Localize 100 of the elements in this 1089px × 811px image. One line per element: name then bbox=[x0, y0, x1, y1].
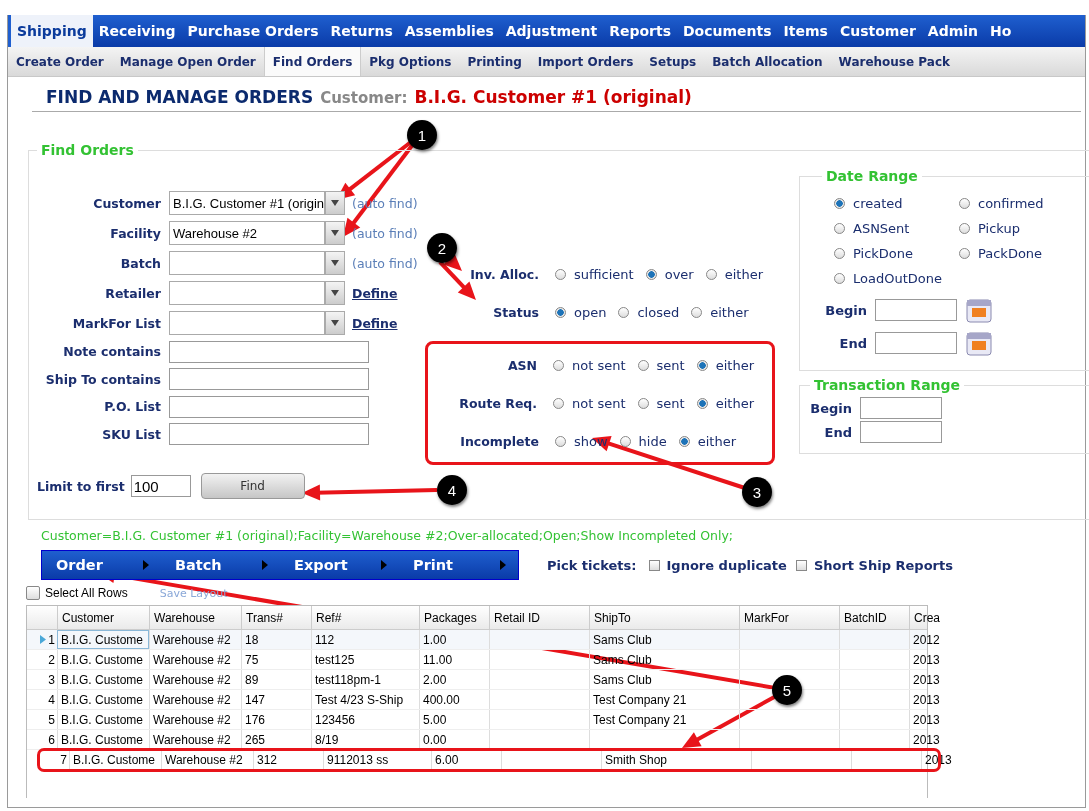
nav-tab[interactable]: Adjustment bbox=[499, 15, 604, 47]
table-cell: 0.00 bbox=[419, 730, 489, 749]
radio-button[interactable] bbox=[553, 397, 565, 409]
nav-tab[interactable]: Returns bbox=[324, 15, 399, 47]
radio-button[interactable] bbox=[678, 435, 690, 447]
nav-tab[interactable]: Receiving bbox=[92, 15, 182, 47]
menu-item[interactable]: Order bbox=[56, 557, 103, 573]
nav-tab[interactable]: Ho bbox=[984, 15, 1018, 47]
radio-button[interactable] bbox=[834, 223, 845, 234]
subnav-tab[interactable]: Import Orders bbox=[529, 47, 642, 76]
table-cell: Sams Club bbox=[589, 630, 739, 649]
column-header[interactable]: Trans# bbox=[241, 606, 311, 629]
menu-item[interactable]: Export bbox=[294, 557, 348, 573]
dropdown-field[interactable] bbox=[169, 251, 325, 275]
column-header[interactable]: Packages bbox=[419, 606, 489, 629]
column-header[interactable]: Warehouse bbox=[149, 606, 241, 629]
table-cell: Warehouse #2 bbox=[149, 690, 241, 709]
radio-button[interactable] bbox=[637, 397, 649, 409]
input-field[interactable] bbox=[169, 368, 369, 391]
radio-button[interactable] bbox=[834, 248, 845, 259]
column-header[interactable]: ShipTo bbox=[589, 606, 739, 629]
table-cell: Warehouse #2 bbox=[149, 730, 241, 749]
checkbox[interactable] bbox=[648, 559, 660, 571]
nav-tab[interactable]: Documents bbox=[677, 15, 778, 47]
nav-tab[interactable]: Customer bbox=[833, 15, 922, 47]
input-field[interactable] bbox=[860, 397, 942, 419]
radio-button[interactable] bbox=[959, 248, 970, 259]
radio-button[interactable] bbox=[696, 397, 708, 409]
field-label: Begin bbox=[810, 400, 852, 416]
date-field[interactable] bbox=[875, 332, 957, 354]
radio-button[interactable] bbox=[645, 268, 657, 280]
dropdown-field[interactable] bbox=[169, 311, 325, 335]
table-cell: test118pm-1 bbox=[311, 670, 419, 689]
radio-button[interactable] bbox=[834, 273, 845, 284]
subnav-tab[interactable]: Pkg Options bbox=[361, 47, 460, 76]
subnav-tab[interactable]: Setups bbox=[641, 47, 705, 76]
table-cell: 123456 bbox=[311, 710, 419, 729]
subnav-tab[interactable]: Batch Allocation bbox=[704, 47, 831, 76]
nav-tab[interactable]: Items bbox=[777, 15, 834, 47]
field-link[interactable]: Define bbox=[352, 315, 398, 331]
checkbox[interactable] bbox=[26, 586, 40, 600]
nav-tab[interactable]: Shipping bbox=[8, 15, 93, 47]
dropdown-field[interactable]: Warehouse #2 bbox=[169, 221, 325, 245]
dropdown-button[interactable] bbox=[325, 251, 345, 275]
dropdown-field[interactable]: B.I.G. Customer #1 (origin bbox=[169, 191, 325, 215]
subnav-tab[interactable]: Find Orders bbox=[263, 47, 362, 76]
radio-button[interactable] bbox=[553, 359, 565, 371]
input-field[interactable] bbox=[169, 423, 369, 446]
field-link[interactable]: Define bbox=[352, 285, 398, 301]
date-field[interactable] bbox=[875, 299, 957, 321]
dropdown-button[interactable] bbox=[325, 311, 345, 335]
find-button[interactable]: Find bbox=[200, 473, 305, 499]
limit-field[interactable]: 100 bbox=[130, 475, 191, 497]
radio-button[interactable] bbox=[618, 306, 630, 318]
radio-button[interactable] bbox=[619, 435, 631, 447]
radio-button[interactable] bbox=[555, 306, 566, 318]
column-header[interactable]: Crea bbox=[909, 606, 943, 629]
dropdown-button[interactable] bbox=[325, 281, 345, 305]
radio-label: LoadOutDone bbox=[853, 271, 942, 286]
field-link[interactable]: (auto find) bbox=[352, 225, 418, 241]
radio-button[interactable] bbox=[959, 223, 970, 234]
calendar-icon[interactable] bbox=[965, 296, 993, 324]
table-cell: 18 bbox=[241, 630, 311, 649]
menu-item[interactable]: Print bbox=[413, 557, 453, 573]
column-header[interactable]: MarkFor bbox=[739, 606, 839, 629]
table-cell: 2013 bbox=[909, 690, 943, 709]
dropdown-button[interactable] bbox=[325, 221, 345, 245]
radio-button[interactable] bbox=[705, 268, 717, 280]
nav-tab[interactable]: Purchase Orders bbox=[181, 15, 325, 47]
input-field[interactable] bbox=[860, 421, 942, 443]
radio-button[interactable] bbox=[691, 306, 703, 318]
subnav-tab[interactable]: Printing bbox=[459, 47, 530, 76]
row-number: 4 bbox=[48, 692, 55, 707]
radio-label: Pickup bbox=[978, 221, 1020, 236]
calendar-icon[interactable] bbox=[965, 329, 993, 357]
radio-button[interactable] bbox=[555, 435, 566, 447]
row-number: 5 bbox=[48, 712, 55, 727]
subnav-tab[interactable]: Warehouse Pack bbox=[830, 47, 958, 76]
radio-button[interactable] bbox=[834, 198, 845, 209]
checkbox[interactable] bbox=[795, 559, 807, 571]
column-header[interactable]: Customer bbox=[57, 606, 149, 629]
radio-button[interactable] bbox=[696, 359, 708, 371]
radio-button[interactable] bbox=[959, 198, 970, 209]
dropdown-field[interactable] bbox=[169, 281, 325, 305]
subnav-tab[interactable]: Manage Open Order bbox=[111, 47, 264, 76]
column-header[interactable]: BatchID bbox=[839, 606, 909, 629]
nav-tab[interactable]: Reports bbox=[603, 15, 677, 47]
subnav-tab[interactable]: Create Order bbox=[8, 47, 112, 76]
dropdown-button[interactable] bbox=[325, 191, 345, 215]
column-header[interactable]: Ref# bbox=[311, 606, 419, 629]
input-field[interactable] bbox=[169, 340, 369, 363]
menu-item[interactable]: Batch bbox=[175, 557, 222, 573]
nav-tab[interactable]: Admin bbox=[921, 15, 984, 47]
field-link[interactable]: (auto find) bbox=[352, 255, 418, 271]
column-header[interactable]: Retail ID bbox=[489, 606, 589, 629]
table-cell: 2013 bbox=[909, 710, 943, 729]
nav-tab[interactable]: Assemblies bbox=[398, 15, 500, 47]
radio-button[interactable] bbox=[555, 268, 566, 280]
input-field[interactable] bbox=[169, 395, 369, 418]
radio-button[interactable] bbox=[637, 359, 649, 371]
